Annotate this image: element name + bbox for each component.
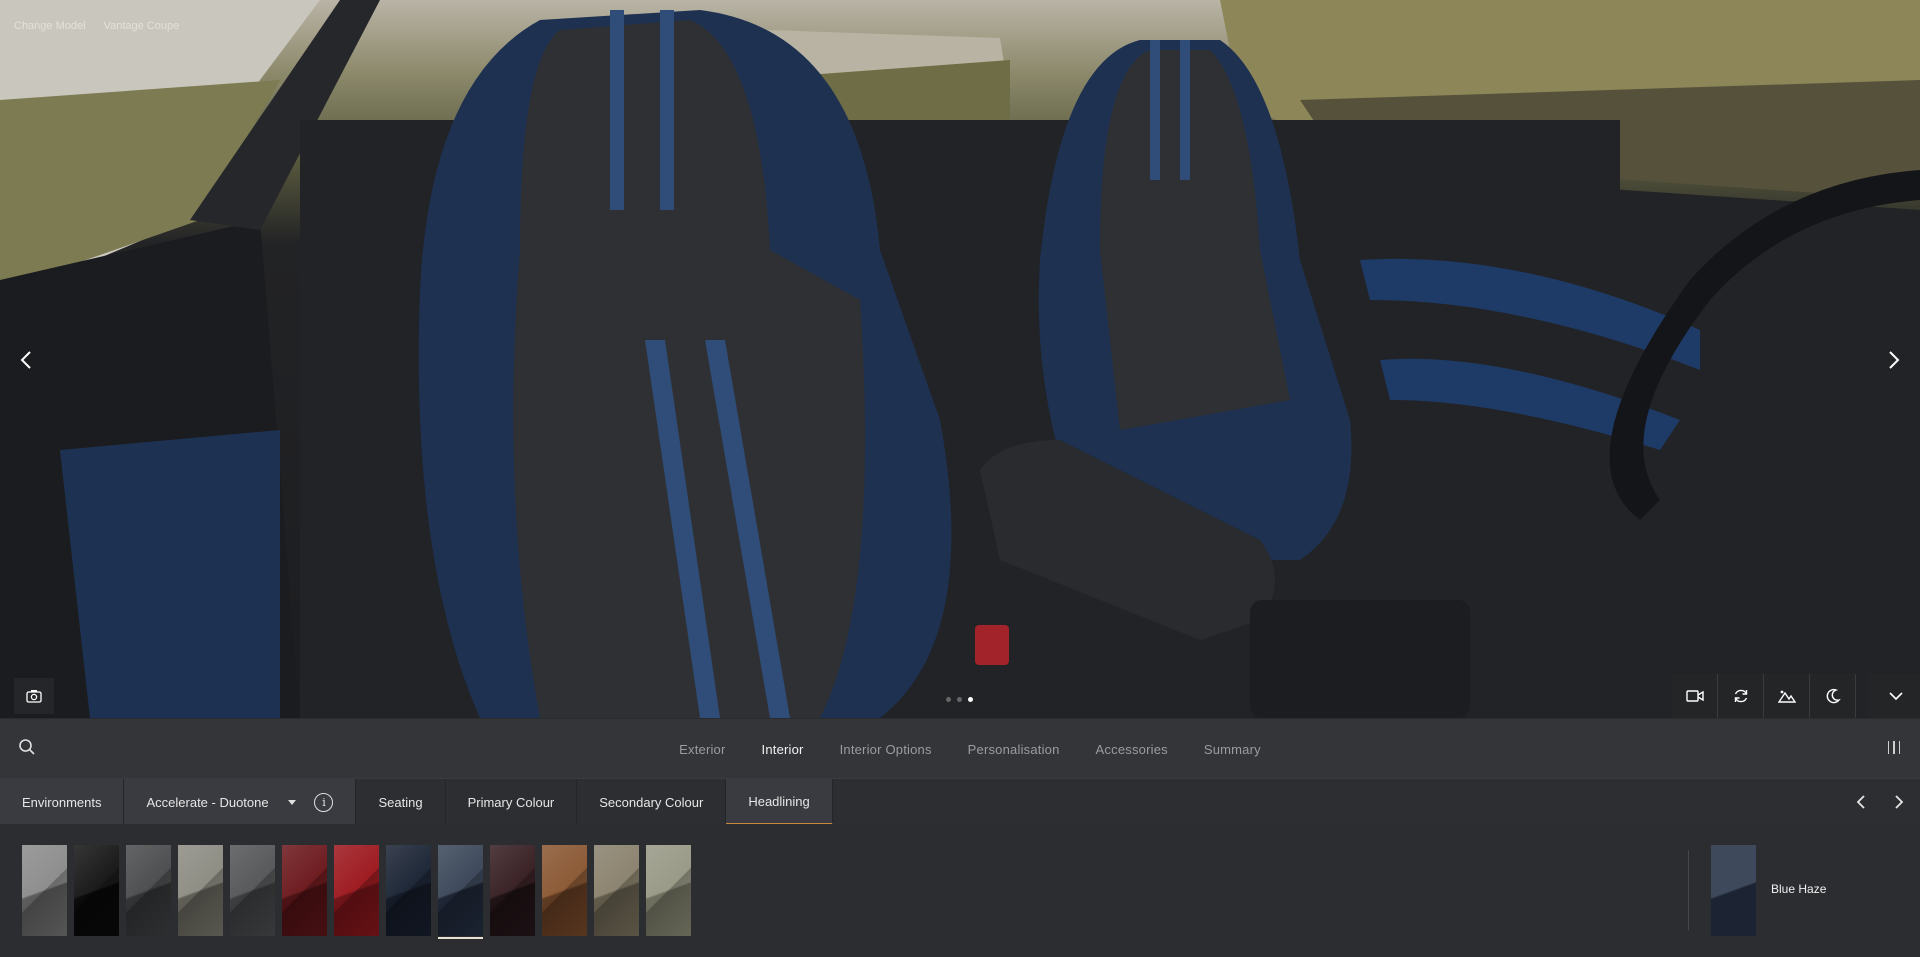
tab-interior-options[interactable]: Interior Options	[840, 742, 932, 757]
swatch-sheen	[74, 845, 119, 936]
carousel-dot[interactable]	[957, 697, 962, 702]
environments-button[interactable]: Environments	[0, 779, 125, 825]
subnav-item-label: Secondary Colour	[599, 794, 704, 810]
subnav-item-label: Primary Colour	[467, 794, 555, 810]
night-mode-button[interactable]	[1810, 674, 1856, 718]
carousel-dots	[946, 697, 973, 702]
selected-swatch-preview	[1711, 845, 1756, 936]
chevron-right-icon	[1889, 351, 1900, 369]
tab-accessories[interactable]: Accessories	[1096, 742, 1168, 757]
chevron-down-icon	[1889, 692, 1903, 701]
tab-summary[interactable]: Summary	[1204, 742, 1261, 757]
caret-down-icon	[287, 799, 296, 805]
tab-interior[interactable]: Interior	[762, 742, 804, 757]
headlining-swatch[interactable]	[594, 845, 639, 936]
chevron-right-icon[interactable]	[1894, 794, 1904, 810]
interior-subnav: Environments Accelerate - Duotone i Seat…	[0, 778, 1920, 825]
swatch-sheen	[230, 845, 275, 936]
theme-label: Accelerate - Duotone	[146, 794, 269, 810]
chevron-left-icon[interactable]	[1856, 794, 1866, 810]
headlining-swatch[interactable]	[74, 845, 119, 936]
video-camera-icon	[1685, 690, 1704, 702]
carousel-dot[interactable]	[946, 697, 951, 702]
next-view-button[interactable]	[1880, 342, 1908, 378]
theme-dropdown[interactable]: Accelerate - Duotone i	[124, 779, 357, 825]
previous-view-button[interactable]	[12, 342, 40, 378]
swatch-sheen	[178, 845, 223, 936]
environment-button[interactable]	[1764, 674, 1810, 718]
breadcrumb: Change Model Vantage Coupe	[14, 20, 179, 32]
subnav-item-primary-colour[interactable]: Primary Colour	[446, 779, 578, 825]
headlining-swatch[interactable]	[22, 845, 67, 936]
collapse-panel-button[interactable]	[1868, 674, 1920, 718]
view-toolbar	[1672, 674, 1920, 718]
section-tabs: Exterior Interior Interior Options Perso…	[0, 719, 1920, 779]
moon-icon	[1826, 688, 1841, 704]
subnav-item-label: Headlining	[748, 793, 810, 809]
swatch-sheen	[22, 845, 67, 936]
rotate-button[interactable]	[1718, 674, 1764, 718]
swatch-panel: Blue Haze	[0, 824, 1920, 957]
tab-personalisation[interactable]: Personalisation	[968, 742, 1060, 757]
headlining-swatch[interactable]	[126, 845, 171, 936]
headlining-swatch[interactable]	[282, 845, 327, 936]
selected-swatch-name: Blue Haze	[1771, 882, 1827, 896]
divider	[1688, 850, 1689, 930]
subnav-item-secondary-colour[interactable]: Secondary Colour	[577, 779, 727, 825]
car-interior-viewport[interactable]: Change Model Vantage Coupe	[0, 0, 1920, 718]
car-interior-image	[0, 0, 1920, 718]
headlining-swatch[interactable]	[438, 845, 483, 939]
carousel-dot[interactable]	[968, 697, 973, 702]
environments-label: Environments	[22, 794, 102, 810]
swatch-sheen	[490, 845, 535, 936]
camera-icon	[26, 690, 42, 703]
swatch-sheen	[594, 845, 639, 936]
tab-exterior[interactable]: Exterior	[679, 742, 725, 757]
headlining-swatch[interactable]	[490, 845, 535, 936]
landscape-icon	[1777, 690, 1796, 703]
headlining-swatch[interactable]	[386, 845, 431, 936]
info-icon[interactable]: i	[314, 792, 334, 812]
headlining-swatch[interactable]	[542, 845, 587, 936]
swatch-sheen	[542, 845, 587, 936]
headlining-swatch[interactable]	[230, 845, 275, 936]
swatch-sheen	[126, 845, 171, 936]
video-button[interactable]	[1672, 674, 1718, 718]
vertical-bars-menu-icon[interactable]	[1887, 741, 1900, 754]
chevron-left-icon	[20, 351, 31, 369]
swatch-sheen	[282, 845, 327, 936]
subnav-item-seating[interactable]: Seating	[356, 779, 446, 825]
subnav-item-label: Seating	[378, 794, 423, 810]
subnav-item-headlining[interactable]: Headlining	[726, 779, 833, 825]
model-name: Vantage Coupe	[103, 20, 180, 32]
swatch-sheen	[334, 845, 379, 936]
screenshot-button[interactable]	[14, 678, 54, 714]
headlining-swatch[interactable]	[178, 845, 223, 936]
rotate-icon	[1734, 689, 1747, 703]
swatch-sheen	[386, 845, 431, 936]
change-model-link[interactable]: Change Model	[14, 20, 86, 32]
headlining-swatch[interactable]	[334, 845, 379, 936]
swatch-sheen	[646, 845, 691, 936]
headlining-swatches	[22, 845, 691, 939]
main-navigation: Exterior Interior Interior Options Perso…	[0, 718, 1920, 778]
headlining-swatch[interactable]	[646, 845, 691, 936]
subnav-arrows	[1856, 779, 1920, 825]
swatch-sheen	[438, 845, 483, 936]
